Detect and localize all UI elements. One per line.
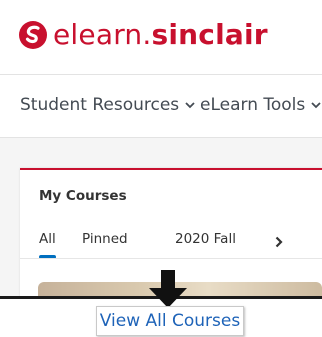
tab-pinned[interactable]: Pinned	[82, 231, 128, 247]
screenshot-crop: elearn.sinclair Student Resources eLearn…	[0, 0, 322, 298]
nav-bar: Student Resources eLearn Tools	[0, 75, 322, 138]
nav-elearn-tools[interactable]: eLearn Tools	[200, 93, 321, 117]
tab-all[interactable]: All	[39, 231, 56, 247]
tab-divider	[20, 258, 322, 259]
site-logo[interactable]: elearn.sinclair	[53, 17, 268, 53]
nav-label: Student Resources	[20, 95, 180, 115]
widget-title: My Courses	[39, 188, 127, 204]
view-all-courses-button[interactable]: View All Courses	[96, 306, 244, 336]
tab-2020-fall[interactable]: 2020 Fall	[175, 231, 236, 247]
chevron-down-icon	[311, 102, 321, 109]
chevron-right-icon[interactable]	[275, 233, 283, 252]
nav-label: eLearn Tools	[200, 95, 306, 115]
logo-text-bold: sinclair	[151, 18, 268, 51]
logo-text-light: elearn.	[53, 18, 152, 51]
logo-bar: elearn.sinclair	[0, 0, 322, 75]
chevron-down-icon	[185, 102, 195, 109]
arrow-down-icon	[149, 270, 187, 308]
sinclair-logo-icon	[19, 21, 47, 49]
nav-student-resources[interactable]: Student Resources	[20, 93, 195, 117]
